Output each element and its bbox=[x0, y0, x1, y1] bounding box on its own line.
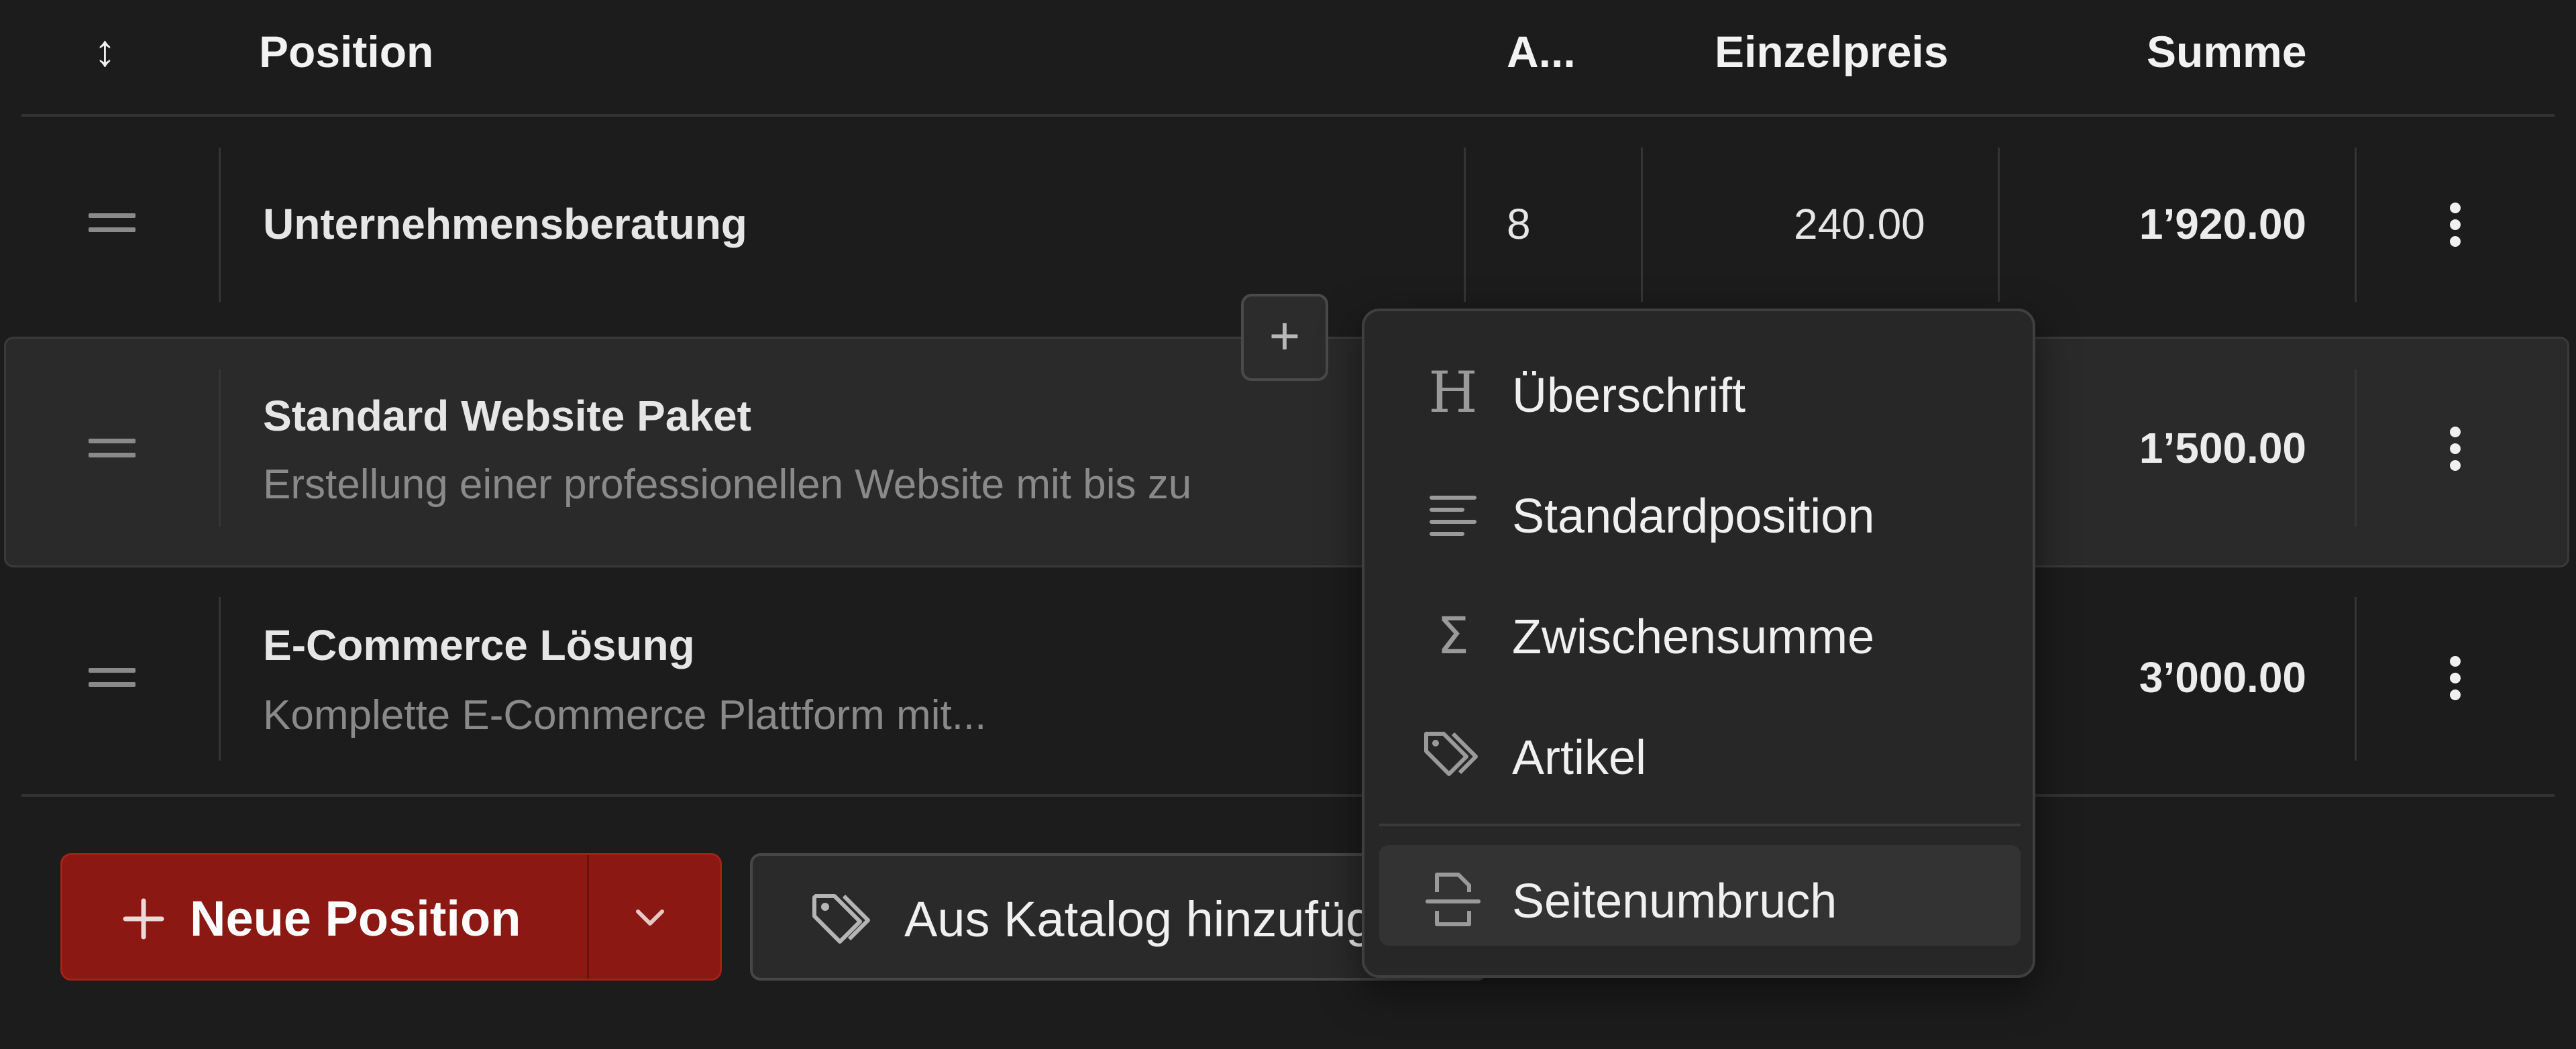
plus-icon bbox=[123, 898, 164, 940]
menu-item-label: Zwischensumme bbox=[1512, 610, 1875, 664]
row-title[interactable]: E-Commerce Lösung bbox=[263, 624, 695, 667]
button-split-divider bbox=[587, 855, 589, 979]
more-options-icon[interactable] bbox=[2447, 656, 2463, 700]
row-unit-price[interactable]: 240.00 bbox=[1794, 203, 1925, 245]
column-divider bbox=[2355, 148, 2357, 302]
lines-icon bbox=[1430, 496, 1477, 536]
menu-item-label: Seitenumbruch bbox=[1512, 875, 1837, 928]
column-divider bbox=[1464, 148, 1466, 302]
row-total: 1’920.00 bbox=[2139, 200, 2306, 248]
more-options-icon[interactable] bbox=[2447, 427, 2463, 471]
column-divider bbox=[1998, 148, 2000, 302]
insert-type-menu: H Überschrift Standardposition Σ Zwische… bbox=[1362, 309, 2035, 978]
menu-item-label: Artikel bbox=[1512, 731, 1647, 785]
row-total: 3’000.00 bbox=[2139, 653, 2306, 702]
svg-text:Σ: Σ bbox=[1437, 606, 1469, 665]
menu-item-article[interactable]: Artikel bbox=[1364, 702, 2033, 802]
row-amount[interactable]: 8 bbox=[1507, 203, 1531, 245]
add-from-catalog-label: Aus Katalog hinzufügen bbox=[904, 891, 1429, 947]
header-divider bbox=[21, 114, 2555, 117]
table-bottom-divider bbox=[21, 794, 2555, 797]
row-description[interactable]: Komplette E-Commerce Plattform mit... bbox=[263, 695, 986, 736]
header-unit-price[interactable]: Einzelpreis bbox=[1715, 30, 1948, 74]
insert-row-button[interactable]: + bbox=[1241, 294, 1328, 381]
drag-handle-icon[interactable] bbox=[89, 213, 136, 232]
row-total: 1’500.00 bbox=[2139, 424, 2306, 472]
row-description[interactable]: Erstellung einer professionellen Website… bbox=[263, 464, 1191, 506]
menu-item-page-break[interactable]: Seitenumbruch bbox=[1379, 845, 2021, 946]
header-total[interactable]: Summe bbox=[2147, 30, 2306, 74]
sort-icon[interactable]: ↕ bbox=[94, 28, 116, 72]
menu-item-heading[interactable]: H Überschrift bbox=[1364, 339, 2033, 440]
drag-handle-icon[interactable] bbox=[89, 439, 136, 457]
page-break-icon bbox=[1426, 873, 1481, 926]
svg-text:H: H bbox=[1428, 362, 1477, 424]
tag-icon bbox=[812, 894, 870, 944]
menu-item-label: Überschrift bbox=[1512, 369, 1746, 423]
more-options-icon[interactable] bbox=[2447, 203, 2463, 247]
menu-item-standard-position[interactable]: Standardposition bbox=[1364, 460, 2033, 561]
column-divider bbox=[219, 369, 221, 527]
column-divider bbox=[219, 597, 221, 761]
menu-item-subtotal[interactable]: Σ Zwischensumme bbox=[1364, 581, 2033, 681]
menu-item-label: Standardposition bbox=[1512, 490, 1875, 543]
sigma-icon: Σ bbox=[1437, 606, 1469, 665]
heading-icon: H bbox=[1428, 362, 1477, 424]
drag-handle-icon[interactable] bbox=[89, 668, 136, 687]
chevron-down-icon[interactable] bbox=[631, 902, 669, 934]
new-position-label: Neue Position bbox=[190, 891, 521, 946]
header-amount[interactable]: A... bbox=[1507, 30, 1576, 74]
column-divider bbox=[219, 148, 221, 302]
menu-divider bbox=[1379, 824, 2021, 826]
header-position[interactable]: Position bbox=[259, 30, 433, 74]
row-title[interactable]: Unternehmensberatung bbox=[263, 203, 747, 245]
column-divider bbox=[1641, 148, 1643, 302]
tag-icon bbox=[1424, 732, 1478, 776]
column-divider bbox=[2355, 597, 2357, 761]
column-divider bbox=[2355, 369, 2357, 527]
row-title[interactable]: Standard Website Paket bbox=[263, 394, 751, 437]
new-position-button[interactable]: Neue Position bbox=[60, 853, 722, 981]
